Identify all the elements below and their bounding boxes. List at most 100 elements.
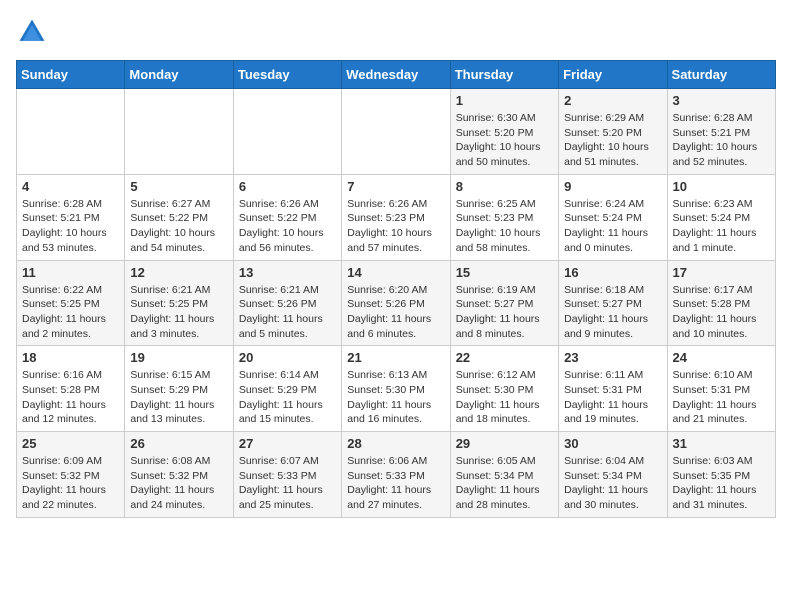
calendar-day-header: Wednesday bbox=[342, 61, 450, 89]
calendar-day-header: Friday bbox=[559, 61, 667, 89]
day-number: 4 bbox=[22, 179, 119, 194]
calendar-cell: 10 Sunrise: 6:23 AMSunset: 5:24 PMDayligh… bbox=[667, 174, 775, 260]
calendar-cell: 12 Sunrise: 6:21 AMSunset: 5:25 PMDayligh… bbox=[125, 260, 233, 346]
calendar-cell: 22 Sunrise: 6:12 AMSunset: 5:30 PMDayligh… bbox=[450, 346, 558, 432]
calendar-cell: 2 Sunrise: 6:29 AMSunset: 5:20 PMDaylight… bbox=[559, 89, 667, 175]
day-info: Sunrise: 6:21 AMSunset: 5:26 PMDaylight:… bbox=[239, 283, 336, 342]
day-info: Sunrise: 6:25 AMSunset: 5:23 PMDaylight:… bbox=[456, 197, 553, 256]
day-number: 1 bbox=[456, 93, 553, 108]
day-number: 8 bbox=[456, 179, 553, 194]
day-number: 9 bbox=[564, 179, 661, 194]
day-info: Sunrise: 6:18 AMSunset: 5:27 PMDaylight:… bbox=[564, 283, 661, 342]
calendar-cell: 19 Sunrise: 6:15 AMSunset: 5:29 PMDayligh… bbox=[125, 346, 233, 432]
day-number: 26 bbox=[130, 436, 227, 451]
calendar-cell: 17 Sunrise: 6:17 AMSunset: 5:28 PMDayligh… bbox=[667, 260, 775, 346]
day-info: Sunrise: 6:26 AMSunset: 5:23 PMDaylight:… bbox=[347, 197, 444, 256]
day-info: Sunrise: 6:28 AMSunset: 5:21 PMDaylight:… bbox=[673, 111, 770, 170]
calendar-cell: 25 Sunrise: 6:09 AMSunset: 5:32 PMDayligh… bbox=[17, 432, 125, 518]
day-info: Sunrise: 6:17 AMSunset: 5:28 PMDaylight:… bbox=[673, 283, 770, 342]
day-number: 24 bbox=[673, 350, 770, 365]
calendar-cell bbox=[233, 89, 341, 175]
day-number: 27 bbox=[239, 436, 336, 451]
day-info: Sunrise: 6:23 AMSunset: 5:24 PMDaylight:… bbox=[673, 197, 770, 256]
day-number: 7 bbox=[347, 179, 444, 194]
day-number: 31 bbox=[673, 436, 770, 451]
calendar-cell: 16 Sunrise: 6:18 AMSunset: 5:27 PMDayligh… bbox=[559, 260, 667, 346]
day-number: 16 bbox=[564, 265, 661, 280]
calendar-week-row: 25 Sunrise: 6:09 AMSunset: 5:32 PMDayligh… bbox=[17, 432, 776, 518]
day-info: Sunrise: 6:09 AMSunset: 5:32 PMDaylight:… bbox=[22, 454, 119, 513]
calendar-day-header: Tuesday bbox=[233, 61, 341, 89]
day-info: Sunrise: 6:29 AMSunset: 5:20 PMDaylight:… bbox=[564, 111, 661, 170]
day-number: 17 bbox=[673, 265, 770, 280]
day-number: 21 bbox=[347, 350, 444, 365]
calendar-cell: 14Sunrise: 6:20 AMSunset: 5:26 PMDayligh… bbox=[342, 260, 450, 346]
day-info: Sunrise: 6:12 AMSunset: 5:30 PMDaylight:… bbox=[456, 368, 553, 427]
day-number: 28 bbox=[347, 436, 444, 451]
day-info: Sunrise: 6:21 AMSunset: 5:25 PMDaylight:… bbox=[130, 283, 227, 342]
calendar-table: SundayMondayTuesdayWednesdayThursdayFrid… bbox=[16, 60, 776, 518]
day-number: 25 bbox=[22, 436, 119, 451]
calendar-cell: 21 Sunrise: 6:13 AMSunset: 5:30 PMDayligh… bbox=[342, 346, 450, 432]
calendar-cell: 30 Sunrise: 6:04 AMSunset: 5:34 PMDayligh… bbox=[559, 432, 667, 518]
calendar-cell: 27 Sunrise: 6:07 AMSunset: 5:33 PMDayligh… bbox=[233, 432, 341, 518]
calendar-week-row: 4 Sunrise: 6:28 AMSunset: 5:21 PMDaylight… bbox=[17, 174, 776, 260]
calendar-day-header: Monday bbox=[125, 61, 233, 89]
day-info: Sunrise: 6:16 AMSunset: 5:28 PMDaylight:… bbox=[22, 368, 119, 427]
day-info: Sunrise: 6:08 AMSunset: 5:32 PMDaylight:… bbox=[130, 454, 227, 513]
calendar-week-row: 1 Sunrise: 6:30 AMSunset: 5:20 PMDaylight… bbox=[17, 89, 776, 175]
day-info: Sunrise: 6:03 AMSunset: 5:35 PMDaylight:… bbox=[673, 454, 770, 513]
calendar-header-row: SundayMondayTuesdayWednesdayThursdayFrid… bbox=[17, 61, 776, 89]
day-number: 6 bbox=[239, 179, 336, 194]
logo-icon bbox=[16, 16, 48, 48]
calendar-cell: 3Sunrise: 6:28 AMSunset: 5:21 PMDaylight… bbox=[667, 89, 775, 175]
calendar-cell: 15Sunrise: 6:19 AMSunset: 5:27 PMDayligh… bbox=[450, 260, 558, 346]
day-info: Sunrise: 6:11 AMSunset: 5:31 PMDaylight:… bbox=[564, 368, 661, 427]
day-info: Sunrise: 6:06 AMSunset: 5:33 PMDaylight:… bbox=[347, 454, 444, 513]
calendar-cell: 13Sunrise: 6:21 AMSunset: 5:26 PMDayligh… bbox=[233, 260, 341, 346]
calendar-week-row: 18Sunrise: 6:16 AMSunset: 5:28 PMDayligh… bbox=[17, 346, 776, 432]
day-info: Sunrise: 6:26 AMSunset: 5:22 PMDaylight:… bbox=[239, 197, 336, 256]
day-number: 12 bbox=[130, 265, 227, 280]
calendar-cell: 23 Sunrise: 6:11 AMSunset: 5:31 PMDayligh… bbox=[559, 346, 667, 432]
calendar-cell: 24 Sunrise: 6:10 AMSunset: 5:31 PMDayligh… bbox=[667, 346, 775, 432]
day-number: 14 bbox=[347, 265, 444, 280]
day-info: Sunrise: 6:15 AMSunset: 5:29 PMDaylight:… bbox=[130, 368, 227, 427]
calendar-day-header: Saturday bbox=[667, 61, 775, 89]
day-number: 22 bbox=[456, 350, 553, 365]
day-number: 15 bbox=[456, 265, 553, 280]
day-info: Sunrise: 6:27 AMSunset: 5:22 PMDaylight:… bbox=[130, 197, 227, 256]
calendar-cell: 29Sunrise: 6:05 AMSunset: 5:34 PMDayligh… bbox=[450, 432, 558, 518]
logo bbox=[16, 16, 52, 48]
day-number: 5 bbox=[130, 179, 227, 194]
calendar-cell: 9 Sunrise: 6:24 AMSunset: 5:24 PMDaylight… bbox=[559, 174, 667, 260]
calendar-cell: 5 Sunrise: 6:27 AMSunset: 5:22 PMDaylight… bbox=[125, 174, 233, 260]
day-number: 10 bbox=[673, 179, 770, 194]
page-header bbox=[16, 16, 776, 48]
calendar-week-row: 11Sunrise: 6:22 AMSunset: 5:25 PMDayligh… bbox=[17, 260, 776, 346]
day-number: 19 bbox=[130, 350, 227, 365]
day-info: Sunrise: 6:04 AMSunset: 5:34 PMDaylight:… bbox=[564, 454, 661, 513]
calendar-day-header: Thursday bbox=[450, 61, 558, 89]
day-number: 11 bbox=[22, 265, 119, 280]
day-info: Sunrise: 6:30 AMSunset: 5:20 PMDaylight:… bbox=[456, 111, 553, 170]
day-info: Sunrise: 6:07 AMSunset: 5:33 PMDaylight:… bbox=[239, 454, 336, 513]
day-info: Sunrise: 6:24 AMSunset: 5:24 PMDaylight:… bbox=[564, 197, 661, 256]
calendar-cell: 8 Sunrise: 6:25 AMSunset: 5:23 PMDaylight… bbox=[450, 174, 558, 260]
day-info: Sunrise: 6:10 AMSunset: 5:31 PMDaylight:… bbox=[673, 368, 770, 427]
calendar-cell: 7 Sunrise: 6:26 AMSunset: 5:23 PMDaylight… bbox=[342, 174, 450, 260]
calendar-cell: 28 Sunrise: 6:06 AMSunset: 5:33 PMDayligh… bbox=[342, 432, 450, 518]
calendar-day-header: Sunday bbox=[17, 61, 125, 89]
day-number: 2 bbox=[564, 93, 661, 108]
calendar-cell: 26 Sunrise: 6:08 AMSunset: 5:32 PMDayligh… bbox=[125, 432, 233, 518]
calendar-cell bbox=[17, 89, 125, 175]
day-info: Sunrise: 6:05 AMSunset: 5:34 PMDaylight:… bbox=[456, 454, 553, 513]
calendar-cell: 6 Sunrise: 6:26 AMSunset: 5:22 PMDaylight… bbox=[233, 174, 341, 260]
calendar-cell bbox=[342, 89, 450, 175]
day-info: Sunrise: 6:13 AMSunset: 5:30 PMDaylight:… bbox=[347, 368, 444, 427]
calendar-cell bbox=[125, 89, 233, 175]
day-info: Sunrise: 6:28 AMSunset: 5:21 PMDaylight:… bbox=[22, 197, 119, 256]
day-number: 23 bbox=[564, 350, 661, 365]
day-number: 30 bbox=[564, 436, 661, 451]
calendar-cell: 4 Sunrise: 6:28 AMSunset: 5:21 PMDaylight… bbox=[17, 174, 125, 260]
